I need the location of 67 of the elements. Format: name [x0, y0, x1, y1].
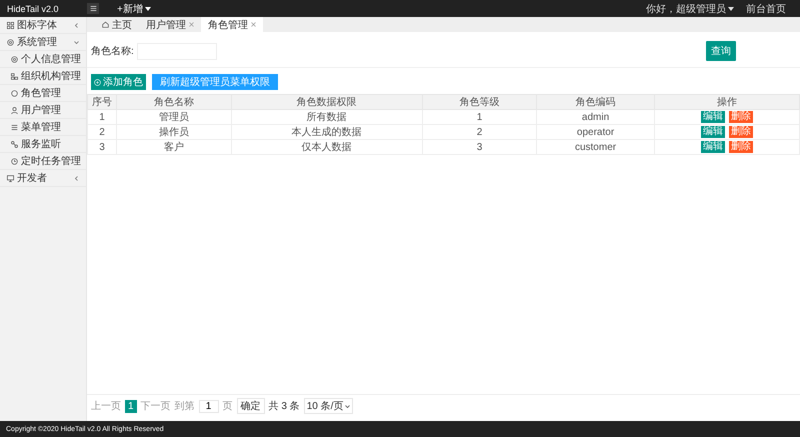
list-icon — [11, 124, 18, 130]
add-button[interactable]: 添加角色 — [91, 74, 146, 90]
circle-icon — [11, 90, 18, 96]
chevron-down-icon — [345, 404, 350, 408]
monitor-icon — [7, 174, 14, 182]
page-button[interactable]: 1 — [125, 400, 137, 412]
sidebar-item[interactable]: 菜单管理 — [0, 119, 86, 136]
column-header: 角色名称 — [116, 94, 232, 110]
grid-icon — [11, 72, 18, 80]
table-cell: 本人生成的数据 — [231, 124, 422, 140]
table-cell: 操作员 — [116, 124, 232, 140]
new-menu[interactable]: +新增 — [117, 2, 151, 16]
menu-button[interactable] — [87, 3, 99, 14]
page-input[interactable]: 1 — [198, 400, 219, 412]
sidebar-item[interactable]: 系统管理 — [0, 34, 86, 51]
edit-button[interactable]: 编辑 — [700, 126, 725, 138]
menu-icon — [90, 5, 96, 12]
table-cell: 3 — [88, 140, 116, 154]
page-size-select[interactable]: 10 条/页 — [304, 398, 354, 414]
grid-icon — [7, 22, 14, 28]
caret-icon — [144, 6, 151, 10]
home-icon — [102, 21, 109, 28]
table-cell: operator — [536, 124, 654, 140]
sidebar-item[interactable]: 图标字体 — [0, 17, 86, 34]
sidebar-item[interactable]: 服务监听 — [0, 136, 86, 153]
edit-button[interactable]: 编辑 — [700, 111, 725, 123]
sidebar-item[interactable]: 定时任务管理 — [0, 153, 86, 170]
column-header: 角色等级 — [422, 94, 537, 110]
table-cell: 仅本人数据 — [231, 140, 422, 154]
table-cell: customer — [536, 140, 654, 154]
goto-label: 到第 — [174, 400, 195, 413]
person-icon — [11, 106, 18, 114]
tab[interactable]: 用户管理 — [139, 17, 201, 32]
sidebar-item[interactable]: 角色管理 — [0, 85, 86, 102]
table-cell: admin — [536, 110, 654, 124]
search-button[interactable]: 查询 — [706, 41, 736, 61]
caret-icon — [728, 6, 734, 10]
column-header: 角色编码 — [536, 94, 654, 110]
home-link[interactable]: 前台首页 — [746, 2, 786, 16]
plus-circle-icon — [94, 78, 101, 86]
table-cell: 2 — [422, 124, 537, 140]
table-cell: 3 — [422, 140, 537, 154]
total-count: 共 3 条 — [268, 400, 300, 413]
sidebar-item[interactable]: 开发者 — [0, 170, 86, 187]
sidebar-item[interactable]: 个人信息管理 — [0, 51, 86, 68]
column-header: 操作 — [654, 94, 800, 110]
tab[interactable]: 主页 — [95, 17, 139, 32]
page-unit-label: 页 — [222, 400, 233, 413]
table-cell: 1 — [88, 110, 116, 124]
app-logo: HideTail v2.0 — [6, 4, 60, 14]
table-cell: 管理员 — [116, 110, 232, 124]
tab[interactable]: 角色管理 — [201, 17, 263, 32]
target-icon — [11, 56, 18, 62]
sidebar-item[interactable]: 组织机构管理 — [0, 68, 86, 85]
column-header: 角色数据权限 — [231, 94, 422, 110]
table-cell: 所有数据 — [231, 110, 422, 124]
user-menu[interactable]: 你好，超级管理员 — [646, 2, 734, 16]
table-cell: 2 — [88, 124, 116, 140]
edit-button[interactable]: 编辑 — [700, 141, 725, 153]
confirm-button[interactable]: 确定 — [236, 398, 265, 414]
table-cell: 1 — [422, 110, 537, 124]
column-header: 序号 — [88, 94, 116, 110]
sidebar-item[interactable]: 用户管理 — [0, 102, 86, 119]
link-icon — [11, 140, 18, 148]
table-cell: 客户 — [116, 140, 232, 154]
field-label: 角色名称: — [91, 45, 134, 58]
clock-icon — [11, 158, 18, 164]
